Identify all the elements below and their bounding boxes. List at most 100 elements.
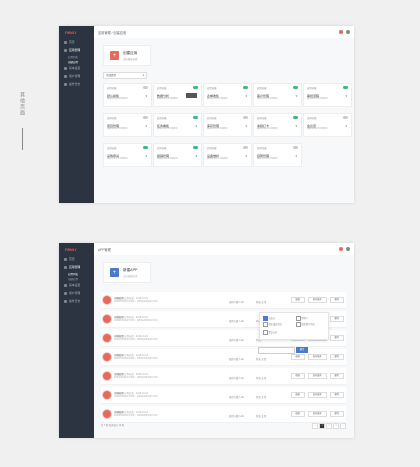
app-stat: 使用人数 1.2k [229, 396, 244, 399]
publish-button[interactable]: 发布版本 [307, 392, 327, 398]
card-label: 应用功能 [107, 147, 117, 150]
template-card[interactable]: 应用功能 库存管理 ▾ 模板说明文字内容展示 [203, 113, 252, 137]
checkbox[interactable] [296, 322, 301, 327]
nav-settings[interactable]: 基本设置 [59, 281, 94, 289]
toggle-switch[interactable] [293, 116, 298, 119]
toggle-switch[interactable] [143, 116, 148, 119]
page-button[interactable]: 1 [319, 423, 325, 429]
card-label: 应用功能 [107, 117, 117, 120]
toggle-switch[interactable] [243, 116, 248, 119]
toggle-switch[interactable] [193, 146, 198, 149]
user-icon[interactable] [346, 247, 350, 251]
next-page-button[interactable]: › [340, 423, 346, 429]
toggle-switch[interactable] [343, 86, 348, 89]
nav-apps[interactable]: 应用管理 [59, 46, 94, 54]
page-button[interactable]: 3 [333, 423, 339, 429]
delete-button[interactable]: 删除 [329, 411, 344, 417]
delete-button[interactable]: 删除 [329, 392, 344, 398]
confirm-button[interactable]: 确定 [296, 347, 308, 353]
edit-button[interactable]: 编辑 [290, 392, 305, 398]
page-button[interactable]: 2 [326, 423, 332, 429]
toggle-switch[interactable] [193, 86, 198, 89]
option-self[interactable]: 仅自己 [263, 316, 275, 321]
toggle-switch[interactable] [293, 146, 298, 149]
publish-button[interactable]: 发布版本 [307, 354, 327, 360]
template-card[interactable]: 应用功能 表单收集 ▾ 模板说明文字内容展示 [203, 83, 252, 107]
template-card[interactable]: 应用功能 任务看板 ▾ 模板说明文字内容展示 [153, 113, 202, 137]
template-card[interactable]: 应用功能 会议室 ▾ 模板说明文字内容展示 [303, 113, 352, 137]
rename-input[interactable] [258, 347, 295, 354]
template-card[interactable]: 应用功能 审批流程 ▾ 模板说明文字内容展示 [303, 83, 352, 107]
toggle-switch[interactable] [243, 86, 248, 89]
edit-button[interactable]: 编辑 [290, 297, 305, 303]
card-label: 应用功能 [257, 147, 267, 150]
row-actions: 编辑发布版本删除 [290, 373, 344, 379]
delete-button[interactable]: 删除 [329, 316, 344, 322]
edit-button[interactable]: 编辑 [290, 373, 305, 379]
nav-home[interactable]: 首页 [59, 38, 94, 46]
option-all[interactable]: 所有人 [296, 316, 308, 321]
template-card[interactable]: 应用功能 招聘管理 ▾ 模板说明文字内容展示 [253, 143, 302, 167]
checkbox[interactable] [263, 316, 268, 321]
edit-button[interactable]: 编辑 [290, 411, 305, 417]
create-icon: + [110, 51, 119, 60]
prev-page-button[interactable]: ‹ [312, 423, 318, 429]
side-caption: 其他页面 [19, 92, 25, 116]
app-avatar [103, 410, 111, 418]
publish-button[interactable]: 发布版本 [307, 373, 327, 379]
app-stat: 使用人数 1.2k [229, 320, 244, 323]
toggle-switch[interactable] [143, 146, 148, 149]
checkbox[interactable] [263, 330, 268, 335]
template-card[interactable]: 应用功能 项目管理 ▾ 模板说明文字内容展示 [103, 113, 152, 137]
nav-home[interactable]: 首页 [59, 255, 94, 263]
template-card[interactable]: 应用功能 设备维护 ▾ 模板说明文字内容展示 [203, 143, 252, 167]
apps-icon [64, 48, 67, 52]
option-public[interactable]: 默认公开 [263, 330, 277, 335]
new-app-card[interactable]: + 新建APP 点击创建应用 [103, 262, 151, 283]
user-icon[interactable] [346, 30, 350, 34]
publish-button[interactable]: 发布版本 [307, 297, 327, 303]
delete-button[interactable]: 删除 [329, 354, 344, 360]
delete-button[interactable]: 删除 [329, 297, 344, 303]
checkbox[interactable] [296, 316, 301, 321]
toggle-switch[interactable] [143, 86, 148, 89]
card-description: 模板说明文字内容展示 [307, 128, 328, 130]
create-app-card[interactable]: + 创建应用 选择模板创建 [103, 45, 151, 66]
visibility-popover: 仅自己 所有人指定成员可见 指定部门可见默认公开 [259, 312, 329, 340]
template-card[interactable]: 应用功能 报销管理 ▾ 模板说明文字内容展示 [153, 143, 202, 167]
nav-users[interactable]: 用户管理 [59, 289, 94, 297]
template-card[interactable]: 应用功能 默认模板 ▾ 模板说明文字内容展示 [103, 83, 152, 107]
nav-users[interactable]: 用户管理 [59, 72, 94, 80]
notification-icon[interactable] [339, 30, 343, 34]
edit-button[interactable]: 编辑 [290, 354, 305, 360]
nav-logs[interactable]: 操作日志 [59, 297, 94, 305]
nav-logs[interactable]: 操作日志 [59, 80, 94, 88]
template-card[interactable]: 应用功能 考勤打卡 ▾ 模板说明文字内容展示 [253, 113, 302, 137]
template-card[interactable]: 应用功能 采购申请 ▾ 模板说明文字内容展示 [103, 143, 152, 167]
toggle-switch[interactable] [193, 116, 198, 119]
app-avatar [103, 353, 111, 361]
option-members[interactable]: 指定成员可见 [263, 322, 282, 327]
nav-settings[interactable]: 基本设置 [59, 64, 94, 72]
toggle-switch[interactable] [343, 116, 348, 119]
template-card[interactable]: 应用功能 客户管理 ▾ 模板说明文字内容展示 [253, 83, 302, 107]
delete-button[interactable]: 删除 [329, 373, 344, 379]
delete-button[interactable]: 删除 [329, 335, 344, 341]
template-card[interactable]: 应用功能 数据分析 模板说明文字内容展示 [153, 83, 202, 107]
toggle-switch[interactable] [243, 146, 248, 149]
card-description: 模板说明文字内容展示 [107, 128, 128, 130]
checkbox[interactable] [263, 322, 268, 327]
app-row: 示例应用 应用标签 · 2018-01-01 应用说明内容文字展示，这里是应用的简… [101, 406, 346, 423]
type-select[interactable]: 全部类型 ▾ [103, 72, 147, 79]
option-departments[interactable]: 指定部门可见 [296, 322, 315, 327]
card-description: 模板说明文字内容展示 [157, 158, 178, 160]
toggle-switch[interactable] [293, 86, 298, 89]
app-row: 示例应用 应用标签 · 2018-01-01 应用说明内容文字展示，这里是应用的简… [101, 292, 346, 309]
card-label: 应用功能 [157, 117, 167, 120]
card-label: 应用功能 [207, 117, 217, 120]
publish-button[interactable]: 发布版本 [307, 411, 327, 417]
card-label: 应用功能 [207, 147, 217, 150]
hero-title: 创建应用 [123, 50, 138, 55]
nav-apps[interactable]: 应用管理 [59, 263, 94, 271]
notification-icon[interactable] [339, 247, 343, 251]
